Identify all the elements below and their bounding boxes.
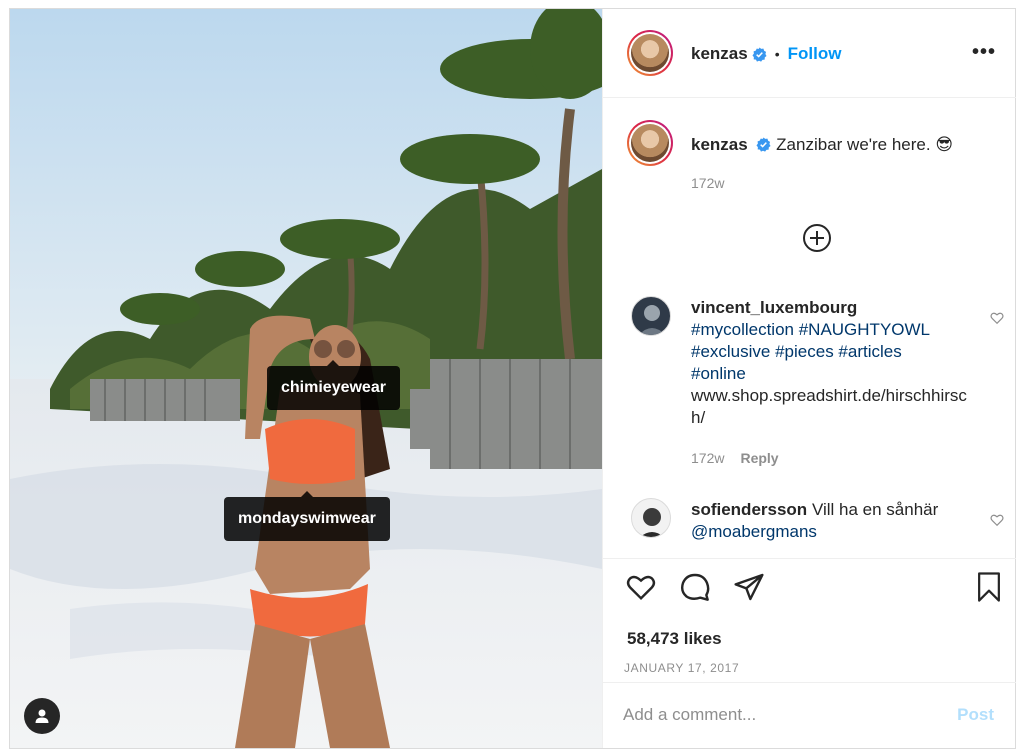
person-icon (35, 709, 49, 723)
post-date[interactable]: JANUARY 17, 2017 (624, 661, 739, 675)
like-comment-heart-icon[interactable] (990, 311, 1004, 325)
add-comment-bar: Post (603, 682, 1016, 748)
comment-time: 172w (691, 450, 725, 466)
product-tag-mondayswimwear[interactable]: mondayswimwear (224, 491, 390, 541)
verified-badge-icon (752, 46, 767, 62)
comment-bubble-icon[interactable] (679, 571, 711, 603)
comment-input[interactable] (623, 703, 923, 727)
follow-button[interactable]: Follow (788, 44, 842, 64)
like-comment-heart-icon[interactable] (990, 513, 1004, 527)
comment-hashtags-line-1[interactable]: #mycollection #NAUGHTYOWL (691, 319, 981, 341)
comment-meta: 172w Reply (691, 450, 779, 466)
reply-button[interactable]: Reply (740, 450, 778, 466)
caption: kenzas Zanzibar we're here. 😎 (691, 135, 953, 155)
post-card: chimieyewear mondayswimwear kenzas • Fol… (9, 8, 1016, 749)
post-photo[interactable]: chimieyewear mondayswimwear (10, 9, 602, 748)
likes-count[interactable]: 58,473 likes (627, 629, 722, 649)
comment-mention[interactable]: @moabergmans (691, 521, 981, 543)
verified-badge-icon (756, 137, 771, 152)
post-header: kenzas • Follow ••• (603, 9, 1016, 98)
comment-url: www.shop.spreadshirt.de/hirschhirsch/ (691, 386, 967, 427)
product-tag-chimieyewear[interactable]: chimieyewear (267, 360, 400, 410)
comment-username[interactable]: sofiendersson (691, 500, 807, 519)
share-paper-plane-icon[interactable] (733, 571, 765, 603)
author-username[interactable]: kenzas (691, 44, 748, 64)
comments-list[interactable]: kenzas Zanzibar we're here. 😎 172w vince… (603, 98, 1016, 558)
author-avatar[interactable] (627, 30, 673, 76)
like-heart-icon[interactable] (625, 571, 657, 603)
post-actions: 58,473 likes JANUARY 17, 2017 (603, 558, 1016, 682)
comment-hashtags-line-2[interactable]: #exclusive #pieces #articles (691, 341, 981, 363)
caption-username[interactable]: kenzas (691, 135, 748, 154)
tagged-users-button[interactable] (24, 698, 60, 734)
comment-vincent: vincent_luxembourg #mycollection #NAUGHT… (691, 297, 981, 429)
comment-text: Vill ha en sånhär (811, 500, 939, 519)
more-options-icon[interactable]: ••• (972, 42, 996, 62)
commenter-avatar[interactable] (631, 498, 671, 538)
separator-dot: • (774, 46, 780, 62)
load-more-comments-icon[interactable] (802, 223, 832, 253)
save-bookmark-icon[interactable] (974, 571, 1004, 603)
post-side-panel: kenzas • Follow ••• kenzas Zanzibar we'r… (602, 9, 1016, 748)
comment-sofiendersson: sofiendersson Vill ha en sånhär @moaberg… (691, 499, 981, 543)
comment-username[interactable]: vincent_luxembourg (691, 297, 981, 319)
commenter-avatar[interactable] (631, 296, 671, 336)
comment-hashtags-line-3[interactable]: #online (691, 363, 981, 385)
caption-text: Zanzibar we're here. 😎 (776, 135, 954, 154)
post-comment-button[interactable]: Post (957, 705, 994, 725)
caption-author-avatar[interactable] (627, 120, 673, 166)
caption-time: 172w (691, 175, 725, 191)
